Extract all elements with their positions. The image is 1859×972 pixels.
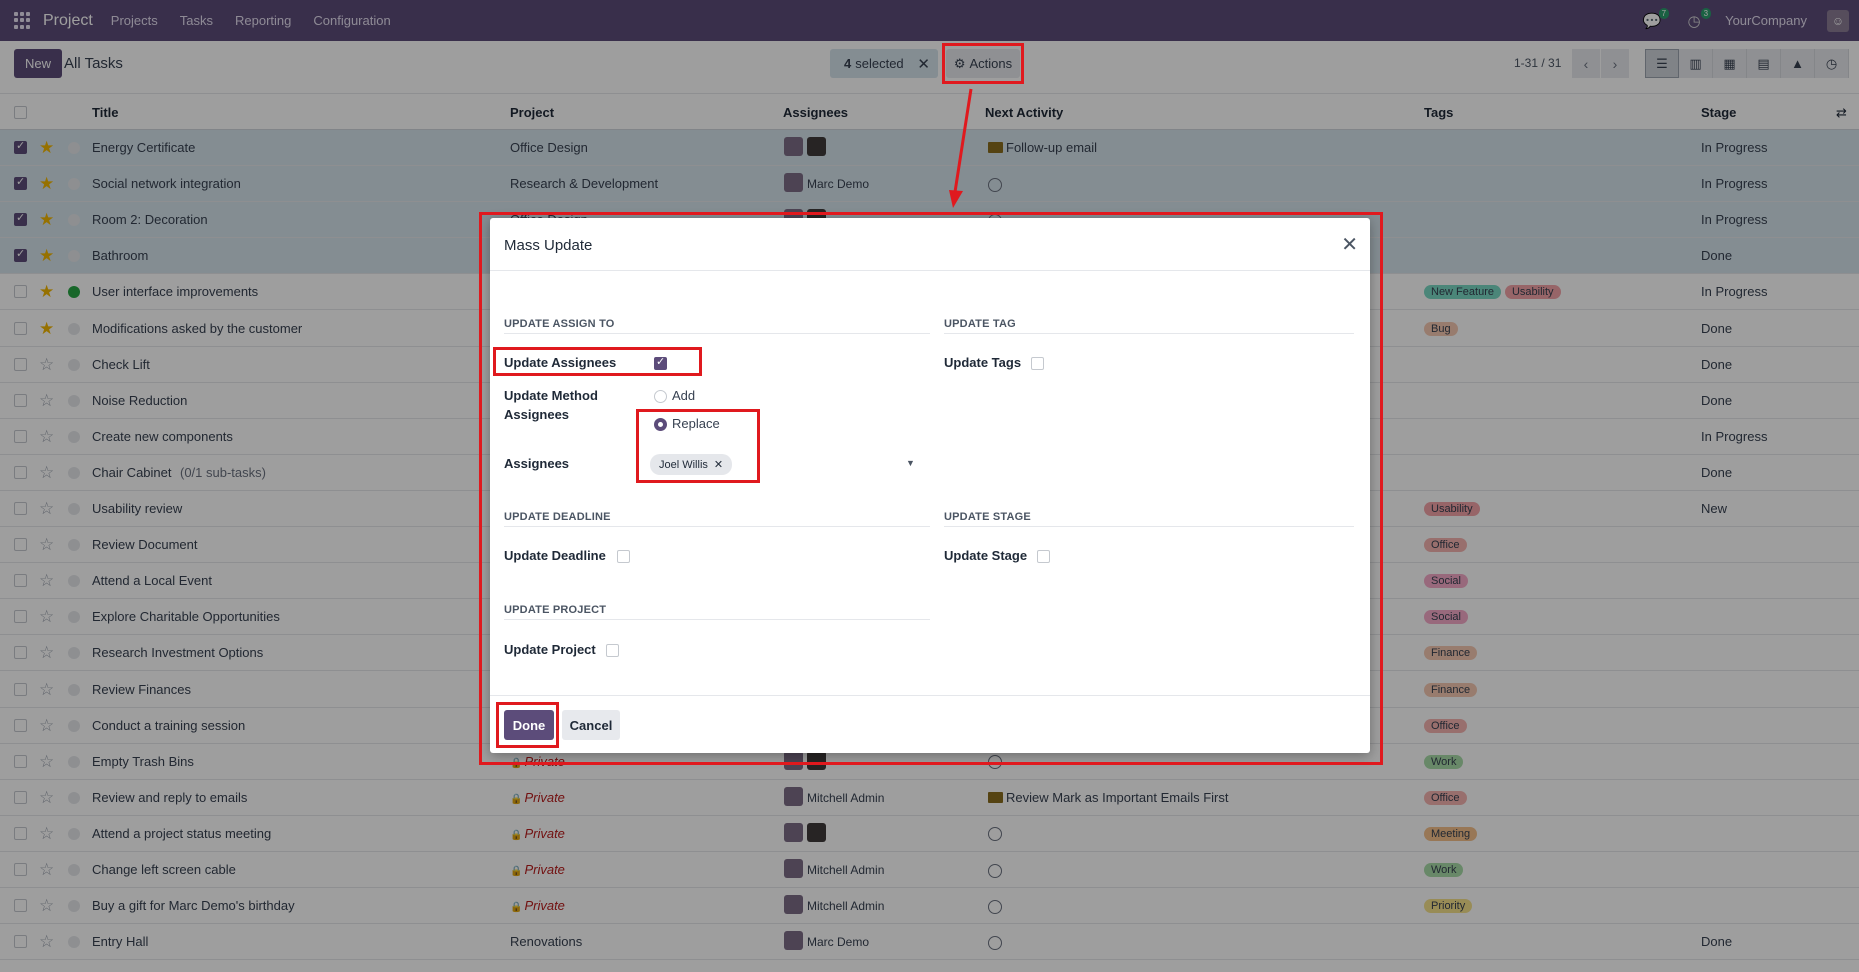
annotation-actions-box (942, 43, 1024, 84)
annotation-done-box (496, 702, 559, 748)
annotation-dialog-box (479, 212, 1383, 765)
annotation-replace-box (636, 409, 760, 483)
annotation-assignees-box (493, 347, 702, 376)
